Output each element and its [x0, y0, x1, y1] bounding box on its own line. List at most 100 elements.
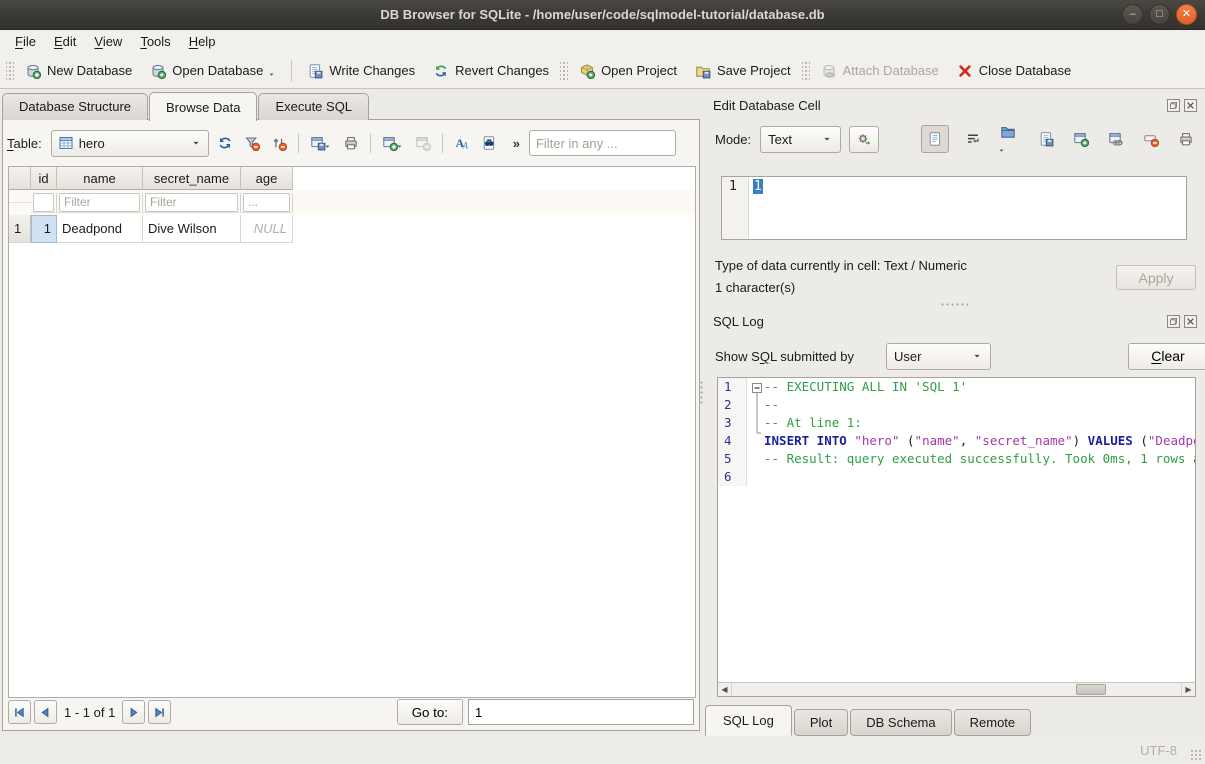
close-panel-icon[interactable] [1184, 315, 1197, 328]
new-record-button[interactable] [379, 132, 407, 155]
window-controls: – □ ✕ [1122, 4, 1197, 25]
sql-log-controls: Show SQL submitted by User Clear [715, 342, 1197, 370]
column-header-age[interactable]: age [241, 167, 293, 190]
write-changes-button[interactable]: Write Changes [298, 58, 424, 84]
text-mode-button[interactable] [921, 125, 949, 154]
titlebar[interactable]: DB Browser for SQLite - /home/user/code/… [0, 0, 1205, 30]
next-record-button[interactable] [122, 700, 145, 724]
cell-id[interactable]: 1 [31, 215, 57, 243]
row-number-cell[interactable]: 1 [9, 215, 31, 243]
filter-gutter-cell [9, 202, 31, 203]
menu-help[interactable]: Help [180, 31, 225, 52]
open-in-app-button[interactable] [1070, 128, 1092, 151]
log-token: "hero" [854, 433, 899, 448]
last-record-button[interactable] [148, 700, 171, 724]
toolbar-overflow-icon[interactable]: » [513, 136, 520, 151]
tab-execute-sql[interactable]: Execute SQL [258, 93, 369, 120]
close-panel-icon[interactable] [1184, 99, 1197, 112]
bottom-tab-remote[interactable]: Remote [954, 709, 1032, 736]
maximize-icon[interactable]: □ [1149, 4, 1170, 25]
cell-name[interactable]: Deadpond [57, 215, 143, 243]
column-header-secret_name[interactable]: secret_name [143, 167, 241, 190]
table-select[interactable]: hero [51, 130, 209, 157]
toolbar-separator [370, 133, 371, 153]
log-horizontal-scrollbar[interactable]: ◀ ▶ [718, 682, 1195, 696]
delete-record-icon [415, 135, 431, 151]
menu-view[interactable]: View [85, 31, 131, 52]
find-in-table-button[interactable] [478, 132, 500, 155]
print-cell-button[interactable] [1175, 128, 1197, 151]
bottom-tab-db-schema[interactable]: DB Schema [850, 709, 951, 736]
float-icon [1169, 317, 1178, 326]
goto-button[interactable]: Go to: [397, 699, 463, 725]
tab-database-structure[interactable]: Database Structure [2, 93, 148, 120]
clear-filters-button[interactable] [241, 132, 263, 155]
encoding-indicator[interactable]: UTF-8 [1140, 743, 1177, 758]
menu-file[interactable]: File [6, 31, 45, 52]
cell-age[interactable]: NULL [241, 215, 293, 243]
bottom-tab-sql-log[interactable]: SQL Log [705, 705, 792, 736]
float-panel-icon[interactable] [1167, 315, 1180, 328]
column-header-name[interactable]: name [57, 167, 143, 190]
toolbar-handle[interactable] [560, 60, 568, 82]
column-header-id[interactable]: id [31, 167, 57, 190]
goto-input[interactable] [468, 699, 694, 725]
clear-sorting-button[interactable] [268, 132, 290, 155]
tab-browse-data[interactable]: Browse Data [149, 92, 257, 121]
open-project-button[interactable]: Open Project [570, 58, 686, 84]
float-panel-icon[interactable] [1167, 99, 1180, 112]
minimize-icon[interactable]: – [1122, 4, 1143, 25]
delete-record-button [412, 132, 434, 155]
cell-secret_name[interactable]: Dive Wilson [143, 215, 241, 243]
caret-down-icon[interactable] [997, 146, 1006, 155]
apply-button[interactable]: Apply [1116, 265, 1196, 290]
set-null-icon [1143, 131, 1159, 147]
log-token: , [960, 433, 975, 448]
scroll-right-icon[interactable]: ▶ [1181, 683, 1195, 696]
auto-apply-button[interactable] [849, 126, 879, 153]
format-cell-button[interactable]: AA [451, 132, 473, 155]
print-table-button[interactable] [340, 132, 362, 155]
resize-grip-icon[interactable] [1190, 749, 1202, 761]
filter-input-id[interactable] [33, 193, 54, 212]
mode-select[interactable]: Text [760, 126, 841, 153]
toolbar-handle[interactable] [6, 60, 14, 82]
filter-any-input[interactable] [529, 130, 676, 156]
caret-down-icon[interactable] [323, 142, 332, 151]
prev-record-button[interactable] [34, 700, 57, 724]
sql-log-view[interactable]: 1-- EXECUTING ALL IN 'SQL 1'2--3-- At li… [717, 377, 1196, 697]
cell-editor[interactable]: 1 1 [721, 176, 1187, 240]
word-wrap-button[interactable] [962, 128, 984, 151]
first-record-button[interactable] [8, 700, 31, 724]
grid-corner-cell[interactable] [9, 167, 31, 190]
menu-tools[interactable]: Tools [131, 31, 179, 52]
close-icon[interactable]: ✕ [1176, 4, 1197, 25]
new-database-button[interactable]: New Database [16, 58, 141, 84]
export-text-button[interactable] [1035, 128, 1057, 151]
set-null-button[interactable] [1140, 128, 1162, 151]
clear-log-button[interactable]: Clear [1128, 343, 1205, 370]
filter-input-name[interactable] [59, 193, 140, 212]
caret-down-icon[interactable] [267, 70, 276, 79]
log-filter-select[interactable]: User [886, 343, 991, 370]
refresh-button[interactable] [214, 132, 236, 155]
open-database-button[interactable]: Open Database [141, 58, 285, 84]
scrollbar-thumb[interactable] [1076, 684, 1106, 695]
scroll-left-icon[interactable]: ◀ [718, 683, 732, 696]
import-text-button[interactable] [997, 120, 1022, 158]
filter-input-age[interactable] [243, 193, 290, 212]
cell-type-info: Type of data currently in cell: Text / N… [715, 258, 967, 273]
filter-input-secret_name[interactable] [145, 193, 238, 212]
close-database-button[interactable]: Close Database [948, 58, 1081, 84]
caret-down-icon[interactable] [395, 142, 404, 151]
copy-link-button[interactable] [1105, 128, 1127, 151]
revert-changes-button[interactable]: Revert Changes [424, 58, 558, 84]
dock-splitter-handle[interactable] [940, 302, 968, 307]
edit-cell-title: Edit Database Cell [713, 98, 821, 113]
fold-minus-icon[interactable] [751, 382, 765, 444]
menu-edit[interactable]: Edit [45, 31, 85, 52]
export-table-button[interactable] [307, 132, 335, 155]
save-project-button[interactable]: Save Project [686, 58, 800, 84]
toolbar-handle[interactable] [802, 60, 810, 82]
bottom-tab-plot[interactable]: Plot [794, 709, 848, 736]
